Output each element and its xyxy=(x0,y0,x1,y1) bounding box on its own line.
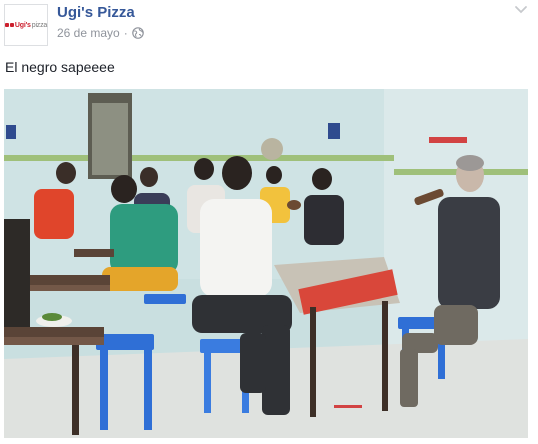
ugis-pizza-logo: Ugi's pizza xyxy=(4,21,48,29)
page-avatar[interactable]: Ugi's pizza xyxy=(4,4,48,46)
page-name-link[interactable]: Ugi's Pizza xyxy=(57,4,135,21)
post-meta: 26 de mayo · xyxy=(57,26,144,40)
logo-word: pizza xyxy=(31,21,48,29)
chevron-down-icon[interactable] xyxy=(514,5,528,15)
logo-text: Ugi's xyxy=(14,21,31,29)
facebook-post: Ugi's pizza Ugi's Pizza 26 de mayo · El … xyxy=(0,0,538,444)
post-date[interactable]: 26 de mayo xyxy=(57,26,120,40)
photo-image xyxy=(4,89,528,438)
post-text: El negro sapeeee xyxy=(5,59,115,75)
meta-separator: · xyxy=(123,26,128,40)
post-photo[interactable] xyxy=(4,89,528,438)
globe-icon[interactable] xyxy=(131,27,144,39)
